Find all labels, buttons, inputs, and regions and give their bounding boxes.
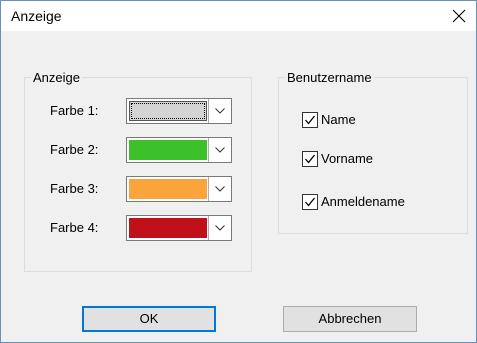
checkbox-box[interactable] [302,194,318,210]
title-bar: Anzeige [1,1,476,31]
ok-button[interactable]: OK [82,306,216,332]
checkbox-label[interactable]: Name [321,112,356,127]
color-swatch-1 [129,101,207,121]
username-group-legend: Benutzername [287,70,372,85]
close-icon [452,9,466,23]
checkbox-box[interactable] [302,112,318,128]
checkbox-label[interactable]: Vorname [321,151,373,166]
dropdown-button-4[interactable] [208,216,231,240]
color-label-3: Farbe 3: [50,181,99,196]
color-label-1: Farbe 1: [50,103,99,118]
display-group-legend: Anzeige [33,70,80,85]
checkmark-icon [305,197,316,207]
chevron-down-icon [215,108,225,114]
color-label-2: Farbe 2: [50,142,99,157]
color-select-1[interactable] [126,98,232,124]
dropdown-button-3[interactable] [208,177,231,201]
color-swatch-2 [129,140,207,160]
checkmark-icon [305,154,316,164]
chevron-down-icon [215,186,225,192]
cancel-button[interactable]: Abbrechen [283,306,417,332]
color-swatch-3 [129,179,207,199]
color-select-3[interactable] [126,176,232,202]
checkmark-icon [305,115,316,125]
color-label-4: Farbe 4: [50,220,99,235]
dropdown-button-1[interactable] [208,99,231,123]
color-select-4[interactable] [126,215,232,241]
close-button[interactable] [444,1,474,31]
color-select-2[interactable] [126,137,232,163]
dropdown-button-2[interactable] [208,138,231,162]
chevron-down-icon [215,147,225,153]
chevron-down-icon [215,225,225,231]
color-swatch-4 [129,218,207,238]
dialog-window: Anzeige Anzeige Farbe 1: Farbe 2: Farbe … [0,0,477,343]
checkbox-box[interactable] [302,151,318,167]
window-title: Anzeige [11,8,62,24]
checkbox-label[interactable]: Anmeldename [321,194,405,209]
